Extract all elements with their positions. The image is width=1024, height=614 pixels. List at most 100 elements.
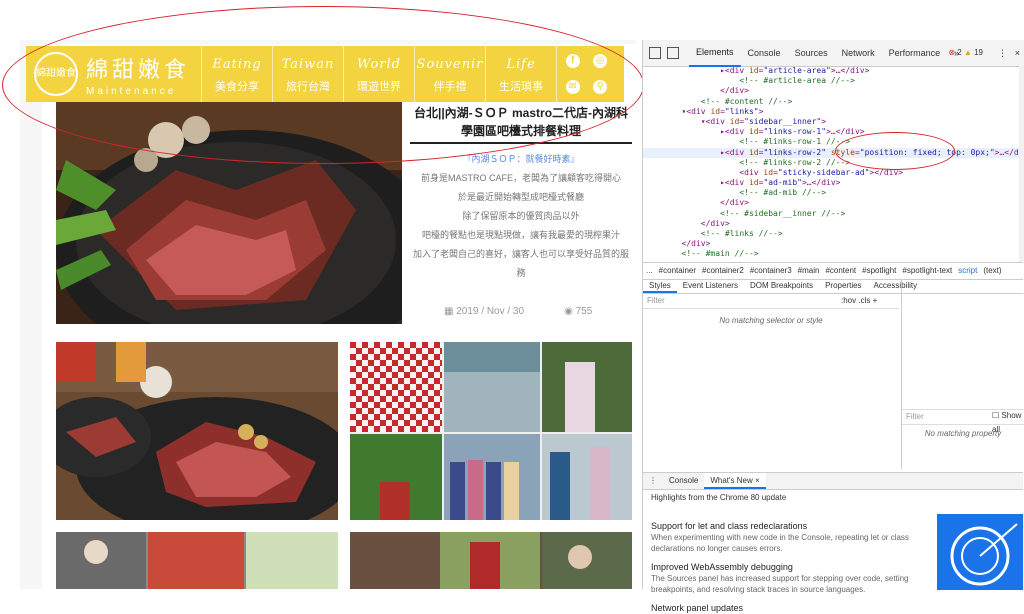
dom-node-line[interactable]: </div>	[643, 219, 1023, 229]
breadcrumb-item[interactable]: #spotlight-text	[902, 266, 952, 275]
checkbox-icon: ☐	[992, 411, 1000, 420]
warning-icon: ▲	[963, 48, 972, 57]
nav-item-en: Taiwan	[281, 56, 335, 72]
dom-node-line[interactable]: </div>	[643, 86, 1023, 96]
nav-item-eating[interactable]: Eating 美食分享	[201, 46, 272, 102]
logo-badge: 綿甜嫩食	[34, 52, 78, 96]
nav-item-zh: 環遊世界	[357, 80, 401, 93]
breadcrumb-item[interactable]: #spotlight	[862, 266, 896, 275]
styles-filter-controls[interactable]: :hov .cls +	[841, 294, 877, 308]
post-thumbnail[interactable]	[56, 342, 338, 520]
mail-icon[interactable]: ✉	[565, 80, 580, 94]
tab-console[interactable]: Console	[741, 40, 788, 66]
dom-node-line[interactable]: </div>	[643, 198, 1023, 208]
nav-item-taiwan[interactable]: Taiwan 旅行台灣	[272, 46, 343, 102]
nav-item-en: Life	[506, 56, 536, 72]
inspect-icon[interactable]	[649, 47, 661, 59]
annotation-oval	[835, 132, 955, 170]
whats-new-image	[937, 514, 1023, 590]
article-hero-image[interactable]	[56, 100, 402, 324]
nav-item-en: Eating	[212, 56, 262, 72]
dom-node-line[interactable]: <!-- #links //-->	[643, 229, 1023, 239]
site-logo[interactable]: 綿甜嫩食 綿甜嫩食 Maintenance	[26, 46, 201, 102]
dom-node-line[interactable]: ▸<div id="ad-mib">…</div>	[643, 178, 1023, 188]
tab-properties[interactable]: Properties	[819, 279, 867, 293]
calendar-icon: ▦	[444, 306, 457, 317]
dom-node-line[interactable]: </div>	[643, 239, 1023, 249]
tab-elements[interactable]: Elements	[689, 39, 741, 67]
breadcrumb-item[interactable]: #container3	[750, 266, 792, 275]
nav-item-zh: 生活瑣事	[499, 80, 543, 93]
breadcrumb-item[interactable]: script	[958, 266, 977, 275]
breadcrumb-item[interactable]: #container	[659, 266, 696, 275]
whats-new-desc: When experimenting with new code in the …	[651, 533, 909, 553]
dom-node-line[interactable]: ▾<div id="sidebar__inner">	[643, 117, 1023, 127]
views-label: ◉ 755	[564, 306, 593, 317]
tab-sources[interactable]: Sources	[788, 40, 835, 66]
title-divider	[410, 142, 632, 144]
no-matching-selector: No matching selector or style	[719, 316, 823, 325]
nav-item-world[interactable]: World 環遊世界	[343, 46, 414, 102]
elements-tree[interactable]: ▸<div id="article-area">…</div> <!-- #ar…	[643, 66, 1023, 262]
dom-node-line[interactable]: <div id="sticky-sidebar-ad"></div>	[643, 168, 1023, 178]
article-meta: ▦ 2019 / Nov / 30 ◉ 755	[444, 306, 614, 317]
site-navbar: 綿甜嫩食 綿甜嫩食 Maintenance Eating 美食分享 Taiwan…	[26, 46, 624, 102]
nav-item-life[interactable]: Life 生活瑣事	[485, 46, 556, 102]
post-thumbnail[interactable]	[56, 532, 338, 589]
excerpt-line: 於是最近開始轉型成吧檯式餐廳	[457, 192, 584, 202]
dom-node-line[interactable]: ▾<div id="links">	[643, 107, 1023, 117]
dom-node-line[interactable]: ▸<div id="links-row-1">…</div>	[643, 127, 1023, 137]
dom-node-line[interactable]: <!-- #sidebar__inner //-->	[643, 209, 1023, 219]
device-toggle-icon[interactable]	[667, 47, 679, 59]
close-icon[interactable]: ×	[1015, 40, 1020, 66]
webpage: 台北||內湖-ＳＯＰ mastro二代店-內湖科學園區吧檯式排餐料理 『內湖ＳＯ…	[0, 0, 642, 589]
tab-dom-breakpoints[interactable]: DOM Breakpoints	[744, 279, 819, 293]
logo-title: 綿甜嫩食	[86, 57, 191, 83]
tab-network[interactable]: Network	[835, 40, 882, 66]
article-title[interactable]: 台北||內湖-ＳＯＰ mastro二代店-內湖科學園區吧檯式排餐料理	[410, 104, 632, 140]
error-icon: ⊗	[948, 48, 956, 57]
devtools-panel: Elements Console Sources Network Perform…	[642, 39, 1024, 613]
whats-new-desc: The Sources panel has increased support …	[651, 574, 909, 594]
nav-item-zh: 美食分享	[215, 80, 259, 93]
whats-new-heading: Highlights from the Chrome 80 update	[651, 493, 787, 502]
facebook-icon[interactable]: f	[565, 54, 580, 68]
whats-new-title[interactable]: Network panel updates	[651, 603, 1021, 614]
elements-scrollbar[interactable]	[1019, 66, 1024, 262]
breadcrumb-item[interactable]: (text)	[983, 266, 1001, 275]
dom-node-line[interactable]: <!-- #main //-->	[643, 249, 1023, 259]
breadcrumb-item[interactable]: #container2	[702, 266, 744, 275]
dom-node-line[interactable]: ▸<div id="links-row-2" style="position: …	[643, 147, 1023, 158]
dom-node-line[interactable]: <!-- #ad-mib //-->	[643, 188, 1023, 198]
drawer-tab-console[interactable]: Console	[663, 473, 704, 489]
error-warning-counter[interactable]: ⊗ 2 ▲ 19	[948, 40, 983, 66]
dom-node-line[interactable]: <!-- #content //-->	[643, 97, 1023, 107]
kebab-menu-icon[interactable]: ⋮	[998, 40, 1007, 66]
dom-node-line[interactable]: <!-- #links-row-2 //-->	[643, 158, 1023, 168]
drawer-tab-whats-new[interactable]: What's New ×	[704, 473, 766, 489]
drawer-tabbar: ⋮ Console What's New ×	[643, 472, 1023, 490]
drawer-menu-icon[interactable]: ⋮	[643, 473, 663, 489]
breadcrumb-item[interactable]: #main	[798, 266, 820, 275]
tab-styles[interactable]: Styles	[643, 279, 677, 293]
breadcrumb-item[interactable]: ...	[646, 266, 653, 275]
excerpt-line: 吧檯的餐點也是現點現做，讓有我最愛的現榨果汁	[421, 230, 620, 240]
excerpt-line: 除了保留原本的優質肉品以外	[462, 211, 580, 221]
dom-node-line[interactable]: <!-- #links-row-1 //-->	[643, 137, 1023, 147]
dom-node-line[interactable]: ▸<div id="article-area">…</div>	[643, 66, 1023, 76]
nav-item-en: World	[357, 56, 401, 72]
tab-event-listeners[interactable]: Event Listeners	[677, 279, 744, 293]
eye-icon: ◉	[564, 306, 576, 317]
search-icon[interactable]: ⚲	[593, 80, 608, 94]
instagram-icon[interactable]: ◎	[593, 54, 608, 68]
excerpt-line: 加入了老闆自己的喜好，讓客人也可以享受好品質的服務	[412, 249, 629, 278]
nav-item-zh: 旅行台灣	[286, 80, 330, 93]
post-thumbnail[interactable]	[350, 532, 632, 589]
computed-pane: Filter ☐ Show all No matching property	[901, 279, 1024, 469]
nav-item-souvenir[interactable]: Souvenir 伴手禮	[414, 46, 485, 102]
tab-performance[interactable]: Performance	[882, 40, 948, 66]
date-label: ▦ 2019 / Nov / 30	[444, 306, 525, 317]
breadcrumb-item[interactable]: #content	[825, 266, 856, 275]
dom-node-line[interactable]: <!-- #article-area //-->	[643, 76, 1023, 86]
post-thumbnail[interactable]	[350, 342, 632, 520]
